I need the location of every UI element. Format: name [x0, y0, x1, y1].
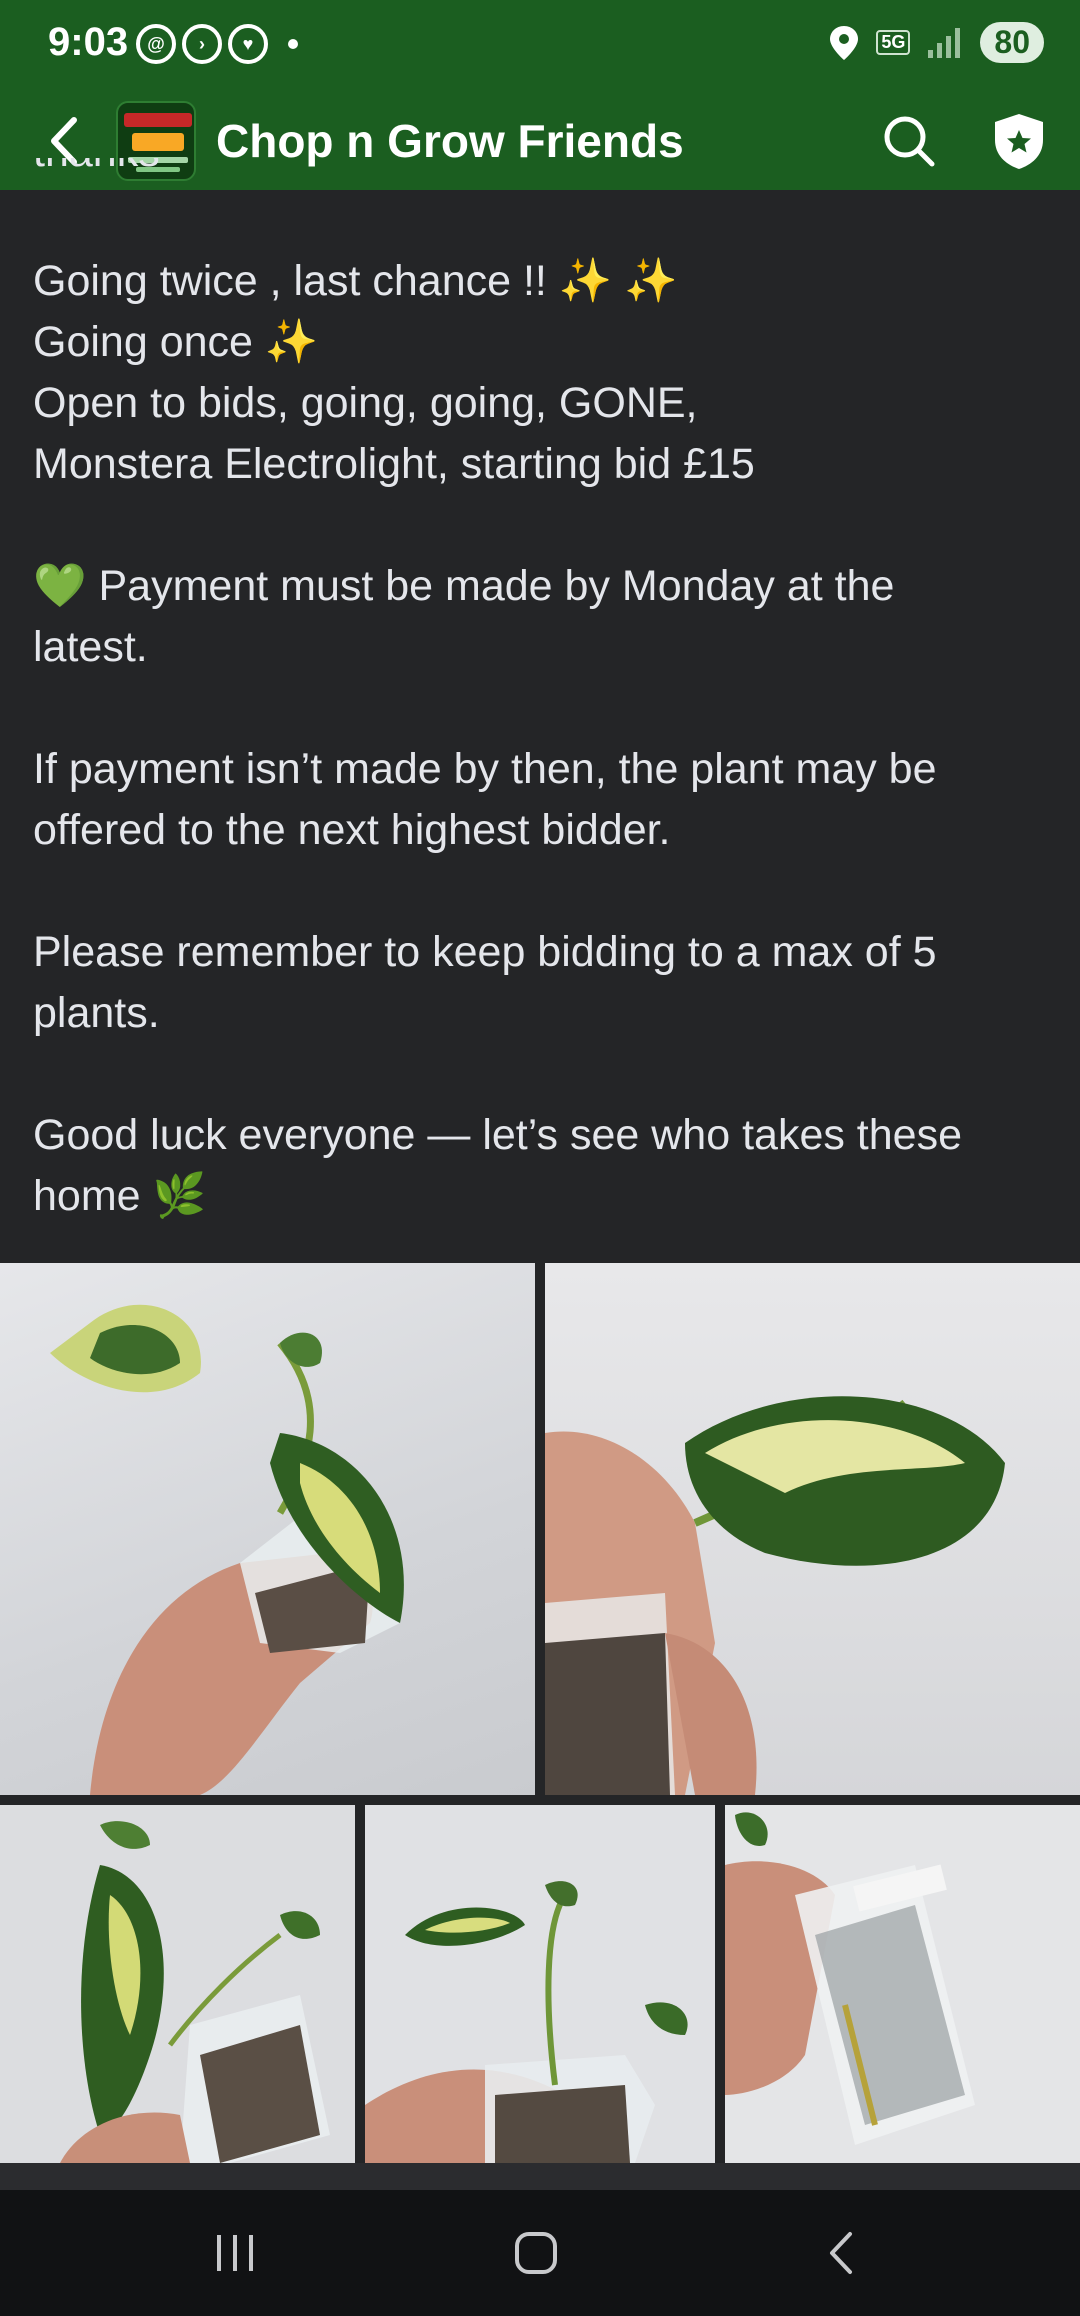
post-line: Please remember to keep bidding to a max… — [33, 928, 937, 976]
post-line: home 🌿 — [33, 1172, 207, 1220]
post-line: Monstera Electrolight, starting bid £15 — [33, 440, 755, 488]
sparkles-emoji: ✨ — [264, 318, 319, 366]
post-line: latest. — [33, 623, 148, 671]
admin-shield-icon — [995, 114, 1043, 169]
plant-photo-illustration — [50, 1304, 404, 1795]
status-time: 9:03 — [48, 20, 129, 64]
system-back-button[interactable] — [796, 2218, 886, 2288]
plant-photo-illustration — [60, 1821, 330, 2163]
divider — [0, 2163, 1080, 2190]
search-icon — [884, 116, 935, 167]
post-photo-3[interactable] — [0, 1805, 355, 2163]
status-system-icons: 5G 80 — [830, 22, 1044, 63]
post-line: Open to bids, going, going, GONE, — [33, 379, 698, 427]
post-text-cut-off-line: thanks — [33, 158, 333, 190]
location-icon — [830, 25, 859, 60]
back-icon — [830, 2232, 852, 2274]
plant-photo-illustration — [725, 1812, 975, 2145]
home-icon — [515, 2232, 557, 2274]
status-bar: 9:03 @ › ♥ 5G 80 — [0, 0, 1080, 92]
herb-emoji: 🌿 — [152, 1172, 207, 1220]
search-button[interactable] — [874, 106, 944, 176]
messenger-icon: › — [182, 24, 222, 64]
battery-icon: 80 — [980, 22, 1044, 63]
recents-icon — [217, 2235, 253, 2271]
post-line: Going twice , last chance !! ✨ ✨ — [33, 257, 678, 305]
post-line: offered to the next highest bidder. — [33, 806, 671, 854]
5g-icon: 5G — [876, 30, 911, 55]
plant-photo-illustration — [545, 1396, 1005, 1795]
green-heart-emoji: 💚 — [33, 562, 87, 610]
system-navigation-bar — [0, 2190, 1080, 2316]
notification-dot-icon — [288, 39, 298, 49]
post-line: Good luck everyone — let’s see who takes… — [33, 1111, 962, 1159]
sparkles-emoji: ✨ — [558, 257, 613, 305]
recents-button[interactable] — [190, 2218, 280, 2288]
post-line: 💚 Payment must be made by Monday at the — [33, 562, 895, 610]
signal-icon — [928, 27, 961, 58]
sparkles-emoji: ✨ — [624, 257, 678, 305]
threads-icon: @ — [136, 24, 176, 64]
status-notification-icons: @ › ♥ — [136, 24, 298, 64]
post-photo-5[interactable] — [725, 1805, 1080, 2163]
post-photo-4[interactable] — [365, 1805, 715, 2163]
post-photo-2[interactable] — [545, 1263, 1080, 1795]
admin-tools-button[interactable] — [984, 106, 1054, 176]
post-text: Going twice , last chance !! ✨ ✨ Going o… — [33, 190, 1053, 1227]
app-icon: ♥ — [228, 24, 268, 64]
plant-photo-illustration — [365, 1881, 688, 2163]
post-photo-1[interactable] — [0, 1263, 535, 1795]
home-button[interactable] — [491, 2218, 581, 2288]
post-line: Going once ✨ — [33, 318, 319, 366]
post-line: plants. — [33, 989, 160, 1037]
photo-grid — [0, 1263, 1080, 2163]
post-line: If payment isn’t made by then, the plant… — [33, 745, 937, 793]
